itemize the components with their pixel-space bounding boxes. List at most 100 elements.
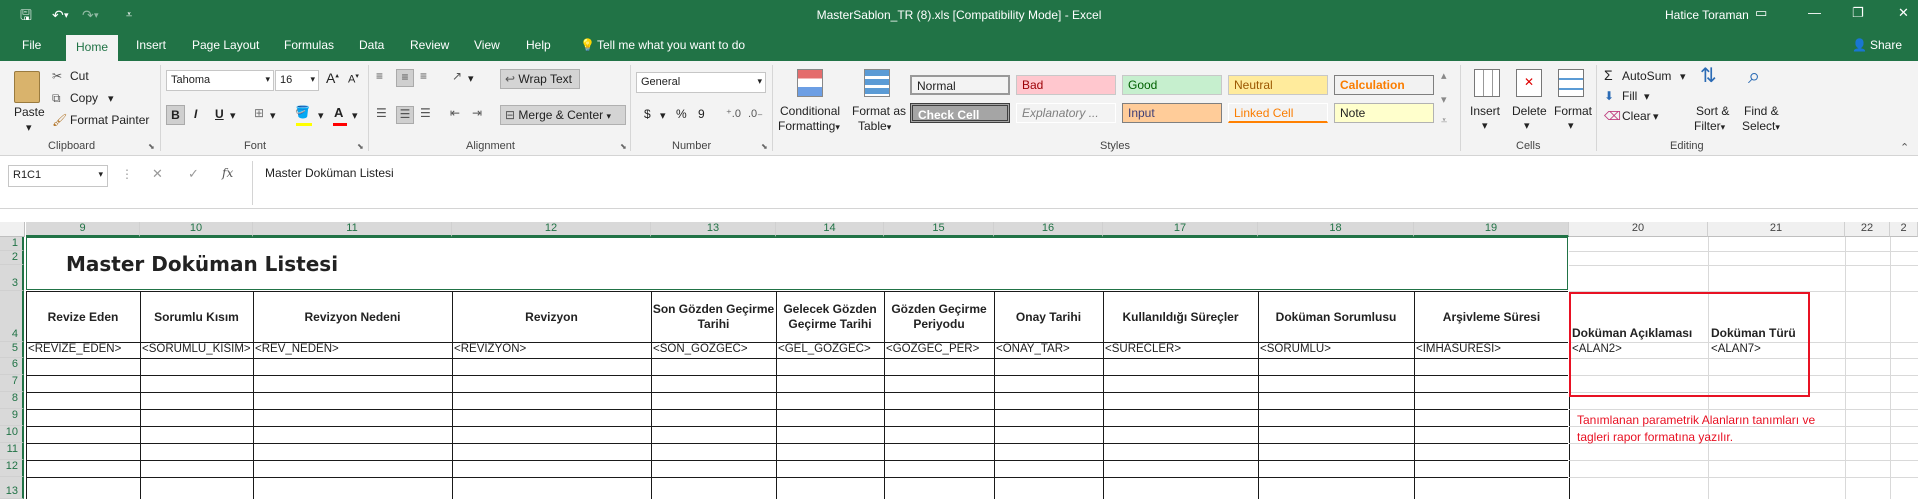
font-color-dropdown-icon[interactable]: ▾	[352, 109, 358, 122]
column-title-cell[interactable]: Revizyon	[452, 292, 651, 342]
currency-button[interactable]: $	[644, 107, 651, 121]
find-select-label-2[interactable]: Select▾	[1742, 119, 1780, 133]
clear-dropdown-icon[interactable]: ▾	[1653, 110, 1659, 123]
sort-filter-label[interactable]: Sort &	[1696, 104, 1729, 118]
orientation-dropdown-icon[interactable]: ▾	[468, 72, 474, 85]
tag-cell[interactable]: <ONAY_TAR>	[994, 343, 1103, 358]
name-box-dropdown-icon[interactable]: ▾	[98, 169, 103, 180]
fill-color-icon[interactable]: 🪣	[295, 105, 310, 119]
close-icon[interactable]: ✕	[1898, 5, 1909, 21]
style-calculation[interactable]: Calculation	[1334, 75, 1434, 95]
format-cells-icon[interactable]	[1558, 69, 1584, 97]
copy-dropdown-icon[interactable]: ▾	[108, 92, 114, 105]
row-header[interactable]: 11	[0, 443, 24, 460]
column-header[interactable]: 12	[452, 222, 651, 237]
insert-cells-icon[interactable]	[1474, 69, 1500, 97]
tag-cell[interactable]: <GOZGEC_PER>	[884, 343, 994, 358]
style-good[interactable]: Good	[1122, 75, 1222, 95]
paste-dropdown-icon[interactable]: ▾	[26, 121, 32, 134]
column-title-cell[interactable]: Gelecek Gözden Geçirme Tarihi	[776, 292, 884, 342]
tab-formulas[interactable]: Formulas	[284, 38, 334, 52]
align-middle-icon[interactable]: ≡	[396, 69, 414, 87]
sort-filter-label-2[interactable]: Filter▾	[1694, 119, 1725, 133]
select-all-corner[interactable]	[0, 222, 25, 237]
fill-color-dropdown-icon[interactable]: ▾	[318, 109, 324, 122]
row-header[interactable]: 8	[0, 392, 24, 409]
row-header[interactable]: 13	[0, 477, 24, 499]
share-icon[interactable]: 👤	[1852, 38, 1867, 52]
styles-scroll-down-icon[interactable]: ▾	[1441, 93, 1447, 106]
borders-dropdown-icon[interactable]: ▾	[270, 109, 276, 122]
underline-dropdown-icon[interactable]: ▾	[230, 109, 236, 122]
autosum-dropdown-icon[interactable]: ▾	[1680, 70, 1686, 83]
align-bottom-icon[interactable]: ≡	[420, 69, 427, 83]
column-header[interactable]: 11	[253, 222, 452, 237]
styles-more-icon[interactable]: ⩡	[1441, 115, 1447, 128]
tag-cell[interactable]: <SORUMLU_KISIM>	[140, 343, 253, 358]
underline-button[interactable]: U	[215, 107, 224, 121]
copy-icon[interactable]: ⧉	[52, 91, 61, 106]
tab-help[interactable]: Help	[526, 38, 551, 52]
autosum-button[interactable]: AutoSum	[1622, 69, 1671, 83]
font-name-dropdown-icon[interactable]: ▾	[265, 74, 270, 85]
format-as-table-dropdown-icon[interactable]: ▾	[887, 122, 892, 132]
column-header[interactable]: 17	[1103, 222, 1258, 237]
format-painter-button[interactable]: Format Painter	[70, 113, 149, 127]
delete-cells-icon[interactable]: ✕	[1516, 69, 1542, 97]
cancel-entry-icon[interactable]: ✕	[152, 166, 163, 182]
tag-cell[interactable]: <SORUMLU>	[1258, 343, 1414, 358]
tab-file[interactable]: File	[22, 38, 41, 52]
clear-button[interactable]: Clear	[1622, 109, 1651, 123]
sort-filter-icon[interactable]: ⇅	[1700, 63, 1717, 88]
font-launcher-icon[interactable]: ⬊	[357, 142, 364, 151]
paste-button[interactable]: Paste	[14, 105, 45, 119]
format-cells-dropdown-icon[interactable]: ▾	[1568, 119, 1574, 132]
align-left-icon[interactable]: ☰	[376, 106, 387, 120]
style-bad[interactable]: Bad	[1016, 75, 1116, 95]
font-name-box[interactable]: Tahoma ▾	[166, 70, 274, 91]
merge-center-dropdown-icon[interactable]: ▾	[606, 111, 611, 121]
tag-cell[interactable]: <IMHASURESI>	[1414, 343, 1569, 358]
clear-icon[interactable]: ⌫	[1604, 109, 1621, 123]
conditional-formatting-icon[interactable]	[797, 69, 823, 97]
column-title-cell[interactable]: Revizyon Nedeni	[253, 292, 452, 342]
column-header[interactable]: 18	[1258, 222, 1414, 237]
row-header[interactable]: 1	[0, 237, 24, 251]
align-center-icon[interactable]: ☰	[396, 106, 414, 124]
column-title-cell[interactable]: Arşivleme Süresi	[1414, 292, 1569, 342]
collapse-ribbon-icon[interactable]: ⌃	[1900, 141, 1909, 154]
fill-button[interactable]: Fill	[1622, 89, 1637, 103]
cut-icon[interactable]: ✂	[52, 69, 62, 83]
style-check-cell[interactable]: Check Cell	[910, 103, 1010, 123]
font-color-icon[interactable]: A	[334, 105, 343, 120]
column-header[interactable]: 22	[1845, 222, 1890, 237]
format-as-table-label-2[interactable]: Table▾	[858, 119, 891, 133]
sort-filter-dropdown-icon[interactable]: ▾	[1721, 122, 1726, 132]
column-title-cell[interactable]: Revize Eden	[26, 292, 140, 342]
tab-insert[interactable]: Insert	[136, 38, 166, 52]
styles-scroll-up-icon[interactable]: ▴	[1441, 69, 1447, 82]
tab-view[interactable]: View	[474, 38, 500, 52]
column-header[interactable]: 19	[1414, 222, 1569, 237]
column-title-cell[interactable]: Son Gözden Geçirme Tarihi	[651, 292, 776, 342]
merge-center-button[interactable]: ⊟ Merge & Center ▾	[500, 105, 626, 125]
share-button[interactable]: Share	[1870, 38, 1902, 52]
column-header[interactable]: 14	[776, 222, 884, 237]
increase-indent-icon[interactable]: ⇥	[472, 106, 482, 120]
column-header[interactable]: 13	[651, 222, 776, 237]
column-header[interactable]: 2	[1890, 222, 1918, 237]
autosum-icon[interactable]: Σ	[1604, 67, 1613, 83]
tag-cell[interactable]: <REV_NEDEN>	[253, 343, 452, 358]
row-header[interactable]: 12	[0, 460, 24, 477]
column-title-cell[interactable]: Doküman Sorumlusu	[1258, 292, 1414, 342]
font-size-box[interactable]: 16 ▾	[275, 70, 319, 91]
row-header[interactable]: 5	[0, 342, 24, 358]
conditional-formatting-label-2[interactable]: Formatting▾	[778, 119, 840, 133]
tag-cell[interactable]: <SON_GOZGEC>	[651, 343, 776, 358]
user-name[interactable]: Hatice Toraman	[1665, 8, 1749, 22]
percent-button[interactable]: %	[676, 107, 687, 121]
decrease-indent-icon[interactable]: ⇤	[450, 106, 460, 120]
number-format-dropdown-icon[interactable]: ▾	[757, 76, 762, 87]
borders-icon[interactable]: ⊞	[254, 106, 264, 120]
row-header[interactable]: 3	[0, 265, 24, 291]
